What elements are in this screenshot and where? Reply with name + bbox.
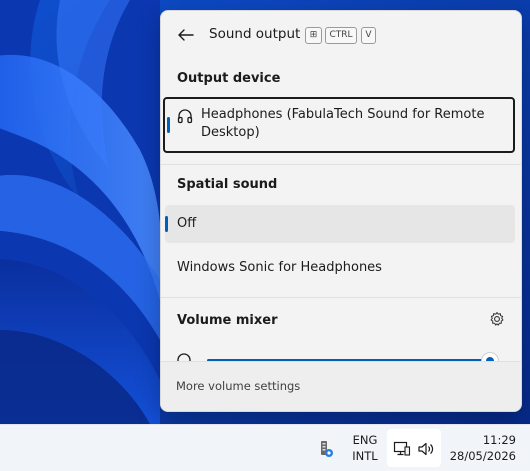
sound-output-flyout: Sound output ⊞ CTRL V Output device Head… bbox=[160, 10, 522, 412]
section-divider bbox=[161, 297, 521, 298]
keyboard-layout-code: INTL bbox=[352, 449, 378, 463]
flyout-footer: More volume settings bbox=[161, 361, 521, 411]
clock[interactable]: 11:29 28/05/2026 bbox=[442, 432, 528, 464]
output-device-label: Headphones (FabulaTech Sound for Remote … bbox=[201, 107, 485, 140]
ctrl-key-badge: CTRL bbox=[325, 27, 357, 44]
clock-date: 28/05/2026 bbox=[449, 449, 516, 463]
v-key-badge: V bbox=[361, 27, 376, 44]
system-tray-app-icon[interactable] bbox=[316, 439, 336, 459]
output-device-heading: Output device bbox=[177, 71, 281, 86]
back-arrow-icon bbox=[178, 29, 194, 41]
input-language-indicator[interactable]: ENG INTL bbox=[344, 432, 386, 464]
more-volume-settings-link[interactable]: More volume settings bbox=[176, 379, 300, 393]
section-divider bbox=[161, 164, 521, 165]
spatial-option-off[interactable]: Off bbox=[165, 205, 515, 243]
spatial-option-label: Off bbox=[177, 216, 197, 231]
quick-settings-button[interactable] bbox=[387, 429, 441, 467]
language-code: ENG bbox=[352, 433, 378, 447]
spatial-option-label: Windows Sonic for Headphones bbox=[177, 260, 382, 275]
clock-time: 11:29 bbox=[482, 433, 516, 447]
back-button[interactable] bbox=[171, 23, 199, 47]
network-monitor-icon bbox=[393, 441, 411, 456]
speaker-volume-icon bbox=[418, 442, 434, 456]
flyout-header: Sound output ⊞ CTRL V bbox=[161, 11, 521, 59]
windows-key-icon: ⊞ bbox=[305, 27, 322, 44]
spatial-sound-heading: Spatial sound bbox=[177, 177, 278, 192]
volume-mixer-heading: Volume mixer bbox=[177, 313, 278, 328]
headphones-icon bbox=[177, 109, 193, 124]
spatial-option-windows-sonic[interactable]: Windows Sonic for Headphones bbox=[165, 249, 515, 287]
taskbar: ENG INTL 11:29 28/05/2026 bbox=[0, 424, 530, 471]
selection-indicator bbox=[167, 117, 170, 133]
flyout-title: Sound output bbox=[209, 26, 301, 42]
output-device-item[interactable]: Headphones (FabulaTech Sound for Remote … bbox=[163, 97, 515, 153]
selection-indicator bbox=[165, 216, 168, 232]
mixer-settings-gear-icon[interactable] bbox=[489, 311, 505, 327]
